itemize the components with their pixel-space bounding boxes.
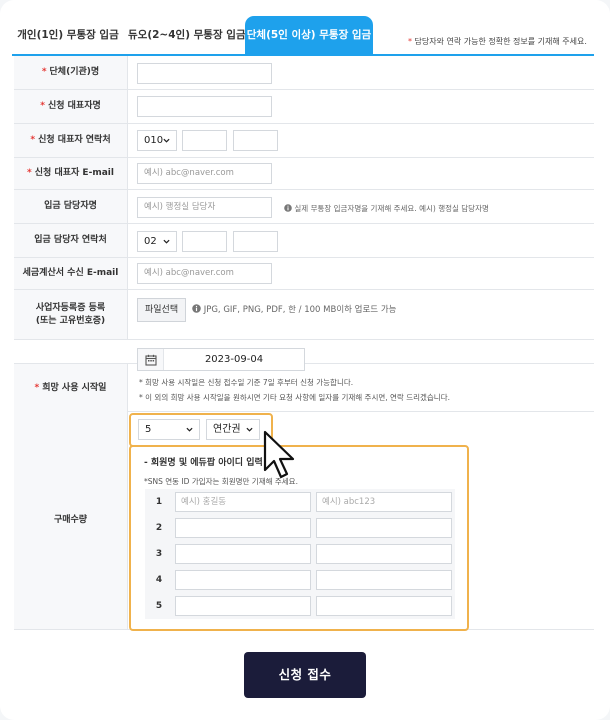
member-name-input[interactable] bbox=[175, 570, 311, 590]
org-name-label: * 단체(기관)명 bbox=[14, 56, 128, 89]
member-row: 1 예시) 홍길동 예시) abc123 bbox=[145, 489, 455, 515]
required-mark: * bbox=[408, 37, 412, 46]
calendar-icon bbox=[145, 354, 157, 366]
tab-duo[interactable]: 듀오(2~4인) 무통장 입금 bbox=[128, 16, 246, 54]
mouse-cursor-icon bbox=[263, 430, 295, 479]
member-id-input[interactable] bbox=[316, 570, 452, 590]
chevron-down-icon bbox=[246, 427, 253, 432]
quantity-count-select[interactable]: 5 bbox=[138, 419, 200, 440]
deposit-name-label: 입금 담당자명 bbox=[14, 190, 128, 223]
plan-type-select[interactable]: 연간권 bbox=[206, 419, 260, 440]
tax-email-input[interactable]: 예시) abc@naver.com bbox=[137, 263, 272, 284]
file-select-button[interactable]: 파일선택 bbox=[137, 298, 187, 322]
row-org-name: * 단체(기관)명 bbox=[14, 56, 594, 90]
form-panel: 개인(1인) 무통장 입금 듀오(2~4인) 무통장 입금 단체(5인 이상) … bbox=[0, 0, 610, 720]
calendar-icon-box[interactable] bbox=[138, 349, 164, 370]
member-id-input[interactable] bbox=[316, 596, 452, 616]
row-tax-email: 세금계산서 수신 E-mail 예시) abc@naver.com bbox=[14, 258, 594, 290]
member-row: 2 bbox=[145, 515, 455, 541]
start-date-note-1: * 희망 사용 시작일은 신청 접수일 기준 7일 후부터 신청 가능합니다. bbox=[139, 378, 354, 387]
member-row-number: 5 bbox=[155, 601, 163, 611]
start-date-label: * 희망 사용 시작일 bbox=[14, 364, 128, 412]
rep-name-label: * 신청 대표자명 bbox=[14, 90, 128, 123]
member-name-input[interactable] bbox=[175, 518, 311, 538]
submit-button[interactable]: 신청 접수 bbox=[244, 652, 366, 698]
rep-email-label: * 신청 대표자 E-mail bbox=[14, 158, 128, 189]
rep-phone-prefix-select[interactable]: 010 bbox=[137, 130, 177, 151]
rep-email-input[interactable]: 예시) abc@naver.com bbox=[137, 163, 272, 184]
tab-bar: 개인(1인) 무통장 입금 듀오(2~4인) 무통장 입금 단체(5인 이상) … bbox=[0, 0, 610, 62]
org-name-input[interactable] bbox=[137, 63, 272, 84]
start-date-picker[interactable]: 2023-09-04 bbox=[137, 348, 305, 371]
member-row-number: 1 bbox=[155, 497, 163, 507]
rep-phone-label: * 신청 대표자 연락처 bbox=[14, 124, 128, 157]
start-date-note-2: * 이 외의 희망 사용 시작일을 원하시면 기타 요청 사항에 일자를 기재해… bbox=[139, 393, 450, 402]
tab-individual[interactable]: 개인(1인) 무통장 입금 bbox=[12, 16, 124, 54]
member-name-input[interactable]: 예시) 홍길동 bbox=[175, 492, 311, 512]
member-row: 3 bbox=[145, 541, 455, 567]
biz-reg-label: 사업자등록증 등록 (또는 고유번호증) bbox=[14, 290, 128, 339]
deposit-phone-prefix-select[interactable]: 02 bbox=[137, 231, 177, 252]
member-name-input[interactable] bbox=[175, 596, 311, 616]
deposit-phone-mid-input[interactable] bbox=[182, 231, 227, 252]
chevron-down-icon bbox=[186, 427, 193, 432]
deposit-name-input[interactable]: 예시) 행정실 담당자 bbox=[137, 197, 272, 218]
member-row-number: 4 bbox=[155, 575, 163, 585]
tab-group[interactable]: 단체(5인 이상) 무통장 입금 bbox=[245, 16, 373, 54]
member-row: 4 bbox=[145, 567, 455, 593]
quantity-label: 구매수량 bbox=[14, 412, 128, 629]
chevron-down-icon bbox=[163, 239, 170, 244]
deposit-phone-last-input[interactable] bbox=[233, 231, 278, 252]
row-rep-email: * 신청 대표자 E-mail 예시) abc@naver.com bbox=[14, 158, 594, 190]
rep-phone-last-input[interactable] bbox=[233, 130, 278, 151]
row-deposit-phone: 입금 담당자 연락처 02 bbox=[14, 224, 594, 258]
member-id-input[interactable]: 예시) abc123 bbox=[316, 492, 452, 512]
row-biz-reg: 사업자등록증 등록 (또는 고유번호증) 파일선택 JPG, GIF, PNG, … bbox=[14, 290, 594, 340]
tax-email-label: 세금계산서 수신 E-mail bbox=[14, 258, 128, 289]
contact-notice: * 담당자와 연락 가능한 정확한 정보를 기재해 주세요. bbox=[408, 37, 587, 46]
row-deposit-name: 입금 담당자명 예시) 행정실 담당자 실제 무통장 입금자명을 기재해 주세요… bbox=[14, 190, 594, 224]
rep-phone-mid-input[interactable] bbox=[182, 130, 227, 151]
deposit-phone-label: 입금 담당자 연락처 bbox=[14, 224, 128, 257]
member-row-number: 3 bbox=[155, 549, 163, 559]
info-icon bbox=[192, 304, 201, 313]
start-date-value: 2023-09-04 bbox=[204, 354, 264, 365]
file-upload-hint: JPG, GIF, PNG, PDF, 한 / 100 MB이하 업로드 가능 bbox=[192, 303, 396, 315]
row-rep-name: * 신청 대표자명 bbox=[14, 90, 594, 124]
rep-name-input[interactable] bbox=[137, 96, 272, 117]
member-name-input[interactable] bbox=[175, 544, 311, 564]
row-rep-phone: * 신청 대표자 연락처 010 bbox=[14, 124, 594, 158]
chevron-down-icon bbox=[163, 138, 170, 143]
member-id-input[interactable] bbox=[316, 544, 452, 564]
member-id-input[interactable] bbox=[316, 518, 452, 538]
deposit-name-hint: 실제 무통장 입금자명을 기재해 주세요. 예시) 행정실 담당자명 bbox=[284, 203, 489, 214]
info-icon bbox=[284, 204, 292, 212]
members-title: - 회원명 및 에듀팝 아이디 입력 bbox=[144, 458, 263, 468]
member-row-number: 2 bbox=[155, 523, 163, 533]
member-row: 5 bbox=[145, 593, 455, 619]
